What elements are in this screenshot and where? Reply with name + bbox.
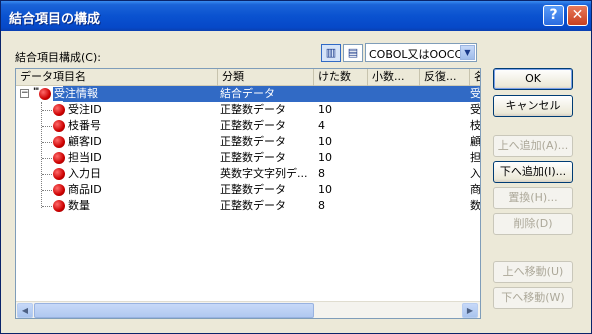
move-down-button[interactable]: 下へ移動(W) [493, 287, 573, 309]
language-select-value: COBOL又はOOCC [369, 48, 463, 61]
item-name: 枝番号 [68, 119, 101, 132]
column-view-icon[interactable]: ▥ [321, 44, 341, 62]
item-icon [53, 168, 65, 180]
item-digits: 10 [318, 135, 332, 148]
cancel-button[interactable]: キャンセル [493, 95, 573, 117]
table-row[interactable]: 数量 正整数データ 8 数 [16, 198, 480, 214]
add-below-button[interactable]: 下へ追加(I)... [493, 161, 573, 183]
add-above-button[interactable]: 上へ追加(A)... [493, 135, 573, 157]
item-icon [53, 136, 65, 148]
item-name: 商品ID [68, 183, 102, 196]
item-name: 数量 [68, 199, 90, 212]
item-type: 正整数データ [220, 119, 286, 132]
item-icon [53, 120, 65, 132]
dialog-window: 結合項目の構成 ? ✕ 結合項目構成(C): ▥ ▤ COBOL又はOOCC ▼… [0, 0, 592, 334]
key-icon: ''' [33, 87, 39, 97]
tree-connector [42, 126, 52, 127]
scroll-right-icon[interactable]: ▶ [462, 303, 478, 318]
row-view-icon[interactable]: ▤ [343, 44, 363, 62]
scroll-left-icon[interactable]: ◀ [17, 303, 33, 318]
replace-button[interactable]: 置換(H)... [493, 187, 573, 209]
item-icon [39, 88, 51, 100]
table-row[interactable]: 顧客ID 正整数データ 10 顧 [16, 134, 480, 150]
collapse-icon[interactable]: − [20, 89, 29, 98]
table-row[interactable]: 入力日 英数字文字列デ... 8 入 [16, 166, 480, 182]
title-bar[interactable]: 結合項目の構成 ? ✕ [1, 1, 591, 31]
structure-label: 結合項目構成(C): [15, 51, 101, 64]
table-row[interactable]: 担当ID 正整数データ 10 担 [16, 150, 480, 166]
column-header-digits[interactable]: けた数 [314, 69, 368, 86]
window-title: 結合項目の構成 [9, 12, 101, 27]
item-alias: 顧 [470, 135, 481, 148]
item-type: 正整数データ [220, 103, 286, 116]
item-type: 英数字文字列デ... [220, 167, 308, 180]
structure-grid[interactable]: データ項目名 分類 けた数 小数... 反復... 名 − ''' 受注情報 結… [15, 68, 481, 319]
item-alias: 入 [470, 167, 481, 180]
item-type: 結合データ [220, 87, 275, 100]
tree-connector [42, 158, 52, 159]
item-digits: 10 [318, 103, 332, 116]
table-row[interactable]: 枝番号 正整数データ 4 枝 [16, 118, 480, 134]
help-button[interactable]: ? [543, 5, 564, 26]
item-digits: 8 [318, 199, 325, 212]
item-alias: 受 [470, 103, 481, 116]
item-name: 受注ID [68, 103, 102, 116]
column-header-decimal[interactable]: 小数... [368, 69, 420, 86]
scroll-thumb[interactable] [34, 303, 314, 318]
item-alias: 商 [470, 183, 481, 196]
item-type: 正整数データ [220, 135, 286, 148]
column-header-repeat[interactable]: 反復... [420, 69, 470, 86]
item-icon [53, 104, 65, 116]
item-alias: 受 [470, 87, 481, 100]
column-header-alias[interactable]: 名 [470, 69, 480, 86]
item-icon [53, 152, 65, 164]
item-alias: 担 [470, 151, 481, 164]
item-alias: 枝 [470, 119, 481, 132]
table-row-root[interactable]: − ''' 受注情報 結合データ 受 [16, 86, 480, 102]
item-icon [53, 184, 65, 196]
grid-header: データ項目名 分類 けた数 小数... 反復... 名 [16, 69, 480, 86]
item-digits: 4 [318, 119, 325, 132]
tree-connector [42, 174, 52, 175]
item-name: 入力日 [68, 167, 101, 180]
item-name: 受注情報 [53, 87, 99, 101]
item-digits: 8 [318, 167, 325, 180]
item-icon [53, 200, 65, 212]
language-select[interactable]: COBOL又はOOCC ▼ [365, 43, 477, 62]
tree-connector [42, 142, 52, 143]
item-alias: 数 [470, 199, 481, 212]
tree-connector [42, 190, 52, 191]
tree-connector [42, 110, 52, 111]
column-header-type[interactable]: 分類 [218, 69, 314, 86]
item-type: 正整数データ [220, 199, 286, 212]
tree-connector [42, 206, 52, 207]
item-digits: 10 [318, 183, 332, 196]
close-button[interactable]: ✕ [567, 5, 588, 26]
item-digits: 10 [318, 151, 332, 164]
table-row[interactable]: 受注ID 正整数データ 10 受 [16, 102, 480, 118]
ok-button[interactable]: OK [493, 68, 573, 90]
delete-button[interactable]: 削除(D) [493, 213, 573, 235]
item-name: 顧客ID [68, 135, 102, 148]
table-row[interactable]: 商品ID 正整数データ 10 商 [16, 182, 480, 198]
item-type: 正整数データ [220, 151, 286, 164]
chevron-down-icon[interactable]: ▼ [460, 45, 475, 60]
horizontal-scrollbar[interactable]: ◀ ▶ [16, 301, 480, 318]
column-header-name[interactable]: データ項目名 [16, 69, 218, 86]
move-up-button[interactable]: 上へ移動(U) [493, 261, 573, 283]
item-name: 担当ID [68, 151, 102, 164]
item-type: 正整数データ [220, 183, 286, 196]
